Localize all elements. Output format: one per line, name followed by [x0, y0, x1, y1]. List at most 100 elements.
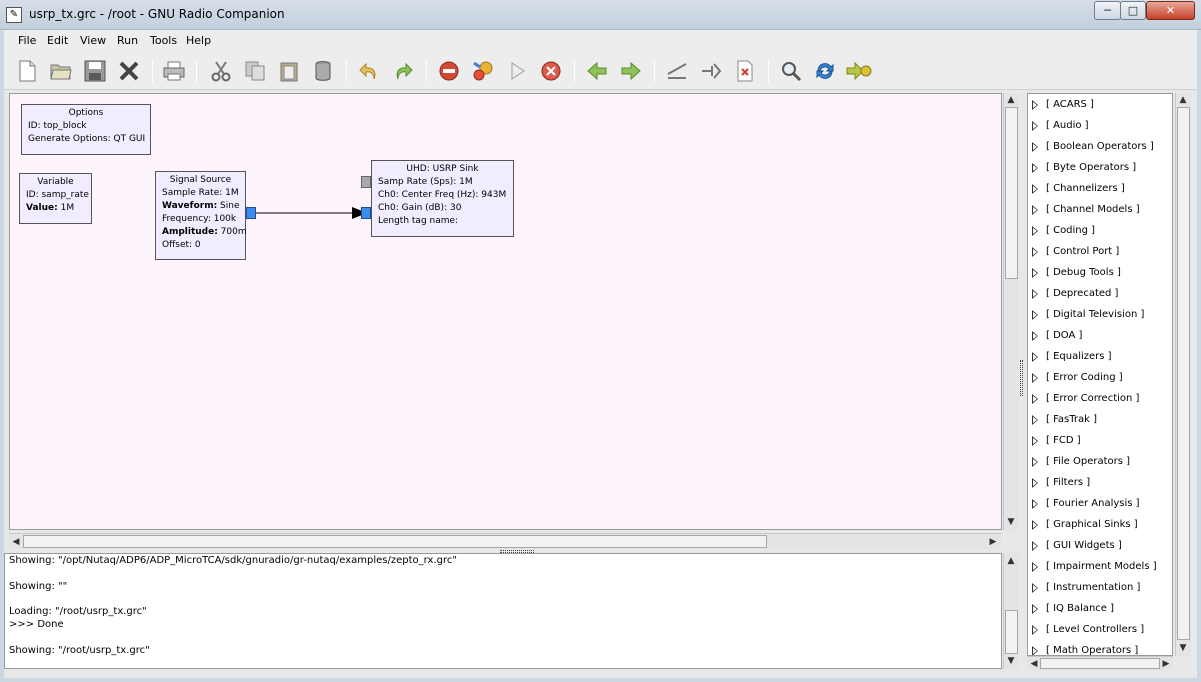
- usrp-sink-message-port[interactable]: [361, 176, 371, 188]
- scroll-down-icon[interactable]: ▼: [1005, 655, 1017, 667]
- expander-icon[interactable]: [1032, 268, 1038, 278]
- console-output[interactable]: Showing: "/opt/Nutaq/ADP6/ADP_MicroTCA/s…: [4, 553, 1002, 669]
- tree-category[interactable]: [ Error Coding ]: [1028, 370, 1172, 388]
- menu-tools[interactable]: Tools: [150, 34, 177, 47]
- expander-icon[interactable]: [1032, 415, 1038, 425]
- console-vertical-scrollbar[interactable]: ▲ ▼: [1003, 553, 1019, 669]
- side-pane-resize-handle[interactable]: [1020, 360, 1023, 396]
- tree-category[interactable]: [ Fourier Analysis ]: [1028, 496, 1172, 514]
- save-icon[interactable]: [82, 58, 108, 84]
- new-file-icon[interactable]: [14, 58, 40, 84]
- generate-icon[interactable]: [470, 58, 496, 84]
- expander-icon[interactable]: [1032, 310, 1038, 320]
- tree-category[interactable]: [ FCD ]: [1028, 433, 1172, 451]
- tree-category[interactable]: [ Digital Television ]: [1028, 307, 1172, 325]
- print-icon[interactable]: [161, 58, 187, 84]
- expander-icon[interactable]: [1032, 205, 1038, 215]
- tree-category[interactable]: [ GUI Widgets ]: [1028, 538, 1172, 556]
- expander-icon[interactable]: [1032, 562, 1038, 572]
- expander-icon[interactable]: [1032, 646, 1038, 655]
- scroll-left-icon[interactable]: ◀: [10, 536, 22, 548]
- tree-category[interactable]: [ Graphical Sinks ]: [1028, 517, 1172, 535]
- redo-icon[interactable]: [390, 58, 416, 84]
- expander-icon[interactable]: [1032, 121, 1038, 131]
- open-file-icon[interactable]: [48, 58, 74, 84]
- cut-icon[interactable]: [208, 58, 234, 84]
- expander-icon[interactable]: [1032, 163, 1038, 173]
- expander-icon[interactable]: [1032, 436, 1038, 446]
- flowgraph-canvas[interactable]: Options ID: top_block Generate Options: …: [9, 93, 1002, 530]
- tree-vertical-scrollbar[interactable]: ▲ ▼: [1175, 93, 1191, 656]
- signal-source-out-port[interactable]: [246, 207, 256, 219]
- find-icon[interactable]: [778, 58, 804, 84]
- usrp-sink-in-port[interactable]: [361, 207, 371, 219]
- block-library-tree[interactable]: [ ACARS ] [ Audio ] [ Boolean Operators …: [1027, 93, 1173, 656]
- tree-category[interactable]: [ Coding ]: [1028, 223, 1172, 241]
- paste-icon[interactable]: [276, 58, 302, 84]
- expander-icon[interactable]: [1032, 289, 1038, 299]
- tree-category[interactable]: [ Equalizers ]: [1028, 349, 1172, 367]
- scroll-left-icon[interactable]: ◀: [1028, 658, 1040, 670]
- reload-icon[interactable]: [812, 58, 838, 84]
- expander-icon[interactable]: [1032, 478, 1038, 488]
- scroll-up-icon[interactable]: ▲: [1005, 94, 1017, 106]
- canvas-vertical-scrollbar[interactable]: ▲ ▼: [1003, 93, 1019, 530]
- maximize-button[interactable]: □: [1120, 1, 1146, 20]
- tree-category[interactable]: [ Error Correction ]: [1028, 391, 1172, 409]
- tree-category[interactable]: [ DOA ]: [1028, 328, 1172, 346]
- scroll-up-icon[interactable]: ▲: [1005, 555, 1017, 567]
- expander-icon[interactable]: [1032, 457, 1038, 467]
- tree-category[interactable]: [ Debug Tools ]: [1028, 265, 1172, 283]
- expander-icon[interactable]: [1032, 352, 1038, 362]
- scroll-right-icon[interactable]: ▶: [987, 536, 999, 548]
- bypass-icon[interactable]: [732, 58, 758, 84]
- tree-category[interactable]: [ Instrumentation ]: [1028, 580, 1172, 598]
- tree-category[interactable]: [ Audio ]: [1028, 118, 1172, 136]
- expander-icon[interactable]: [1032, 499, 1038, 509]
- copy-icon[interactable]: [242, 58, 268, 84]
- enable-icon[interactable]: [698, 58, 724, 84]
- tree-category[interactable]: [ File Operators ]: [1028, 454, 1172, 472]
- expander-icon[interactable]: [1032, 520, 1038, 530]
- connection-line[interactable]: [256, 206, 368, 220]
- kill-icon[interactable]: [538, 58, 564, 84]
- scroll-down-icon[interactable]: ▼: [1177, 642, 1189, 654]
- move-left-icon[interactable]: [584, 58, 610, 84]
- scroll-down-icon[interactable]: ▼: [1005, 516, 1017, 528]
- tree-category[interactable]: [ Byte Operators ]: [1028, 160, 1172, 178]
- tree-category[interactable]: [ IQ Balance ]: [1028, 601, 1172, 619]
- expander-icon[interactable]: [1032, 394, 1038, 404]
- scroll-thumb[interactable]: [1005, 107, 1018, 279]
- menu-file[interactable]: File: [18, 34, 36, 47]
- canvas-horizontal-scrollbar[interactable]: ◀ ▶: [9, 533, 1001, 549]
- move-right-icon[interactable]: [618, 58, 644, 84]
- tree-category[interactable]: [ Impairment Models ]: [1028, 559, 1172, 577]
- expander-icon[interactable]: [1032, 226, 1038, 236]
- tree-category[interactable]: [ ACARS ]: [1028, 97, 1172, 115]
- tree-category[interactable]: [ FasTrak ]: [1028, 412, 1172, 430]
- options-block[interactable]: Options ID: top_block Generate Options: …: [21, 104, 151, 155]
- scroll-thumb[interactable]: [23, 535, 767, 548]
- expander-icon[interactable]: [1032, 373, 1038, 383]
- tree-category[interactable]: [ Control Port ]: [1028, 244, 1172, 262]
- flow-graph-icon[interactable]: [846, 58, 872, 84]
- tree-category[interactable]: [ Channel Models ]: [1028, 202, 1172, 220]
- expander-icon[interactable]: [1032, 184, 1038, 194]
- expander-icon[interactable]: [1032, 583, 1038, 593]
- close-icon[interactable]: [116, 58, 142, 84]
- execute-icon[interactable]: [504, 58, 530, 84]
- signal-source-block[interactable]: Signal Source Sample Rate: 1M Waveform: …: [155, 171, 247, 260]
- expander-icon[interactable]: [1032, 247, 1038, 257]
- close-window-button[interactable]: ✕: [1146, 1, 1195, 20]
- scroll-up-icon[interactable]: ▲: [1177, 94, 1189, 106]
- usrp-sink-block[interactable]: UHD: USRP Sink Samp Rate (Sps): 1M Ch0: …: [371, 160, 514, 237]
- expander-icon[interactable]: [1032, 541, 1038, 551]
- tree-category[interactable]: [ Level Controllers ]: [1028, 622, 1172, 640]
- scroll-right-icon[interactable]: ▶: [1160, 658, 1172, 670]
- menu-help[interactable]: Help: [186, 34, 211, 47]
- errors-icon[interactable]: [436, 58, 462, 84]
- undo-icon[interactable]: [356, 58, 382, 84]
- tree-category[interactable]: [ Filters ]: [1028, 475, 1172, 493]
- tree-category[interactable]: [ Deprecated ]: [1028, 286, 1172, 304]
- scroll-thumb[interactable]: [1005, 610, 1018, 654]
